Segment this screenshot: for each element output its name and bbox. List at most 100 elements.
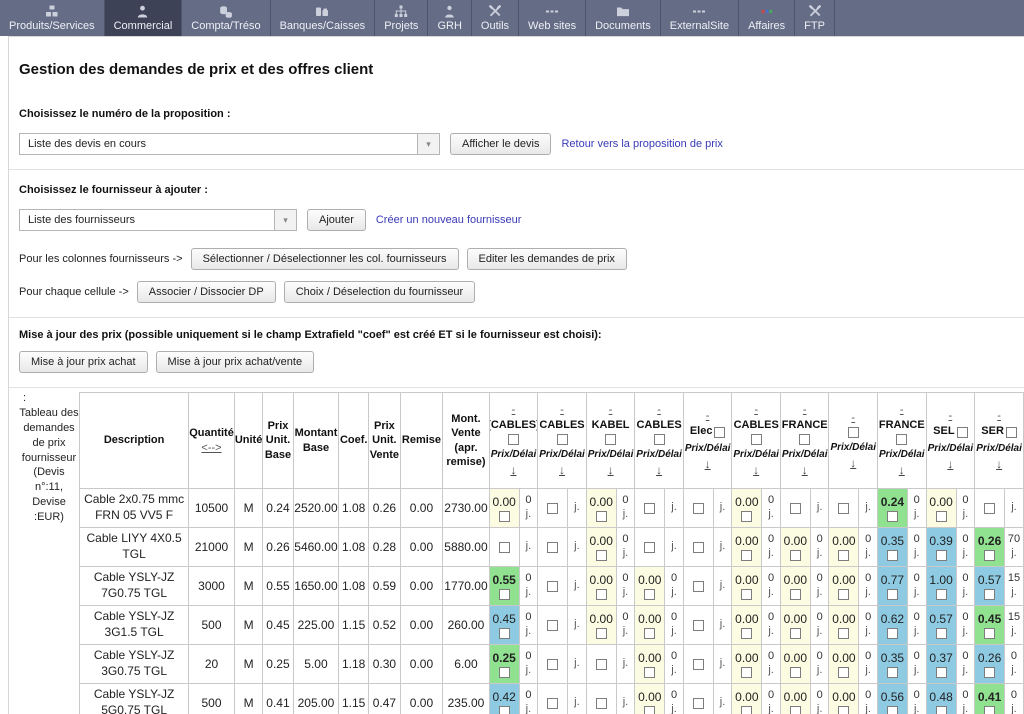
maj-prix-achat-button[interactable]: Mise à jour prix achat bbox=[19, 351, 148, 373]
dp-cell-checkbox[interactable] bbox=[984, 550, 995, 561]
dp-cell-checkbox[interactable] bbox=[887, 706, 898, 714]
dp-cell-checkbox[interactable] bbox=[936, 628, 947, 639]
nav-item-externalsite[interactable]: ExternalSite bbox=[661, 0, 739, 36]
supplier-sort-down-link[interactable]: ↓ bbox=[899, 464, 905, 476]
choix-deselection-fournisseur-button[interactable]: Choix / Déselection du fournisseur bbox=[284, 281, 476, 303]
supplier-sort-down-link[interactable]: ↓ bbox=[608, 464, 614, 476]
supplier-collapse-link[interactable]: - bbox=[657, 405, 661, 416]
dp-cell-checkbox[interactable] bbox=[984, 706, 995, 714]
dp-cell-checkbox[interactable] bbox=[596, 589, 607, 600]
dp-cell-checkbox[interactable] bbox=[693, 659, 704, 670]
fournisseur-select[interactable]: Liste des fournisseurs ▾ bbox=[19, 209, 297, 231]
nav-item-ftp[interactable]: FTP bbox=[795, 0, 835, 36]
creer-fournisseur-link[interactable]: Créer un nouveau fournisseur bbox=[376, 214, 522, 226]
dp-cell-checkbox[interactable] bbox=[838, 550, 849, 561]
supplier-select-checkbox[interactable] bbox=[557, 434, 568, 445]
dp-cell-checkbox[interactable] bbox=[693, 698, 704, 709]
supplier-sort-down-link[interactable]: ↓ bbox=[753, 464, 759, 476]
dp-cell-checkbox[interactable] bbox=[790, 706, 801, 714]
dp-cell-checkbox[interactable] bbox=[644, 628, 655, 639]
nav-item-affaires[interactable]: Affaires bbox=[739, 0, 795, 36]
dp-cell-checkbox[interactable] bbox=[887, 511, 898, 522]
dp-cell-checkbox[interactable] bbox=[499, 511, 510, 522]
dp-cell-checkbox[interactable] bbox=[547, 542, 558, 553]
ajouter-button[interactable]: Ajouter bbox=[307, 209, 366, 231]
dp-cell-checkbox[interactable] bbox=[887, 628, 898, 639]
supplier-select-checkbox[interactable] bbox=[508, 434, 519, 445]
editer-demandes-prix-button[interactable]: Editer les demandes de prix bbox=[467, 248, 627, 270]
dp-cell-checkbox[interactable] bbox=[741, 550, 752, 561]
dp-cell-checkbox[interactable] bbox=[499, 706, 510, 714]
supplier-sort-down-link[interactable]: ↓ bbox=[947, 458, 953, 470]
supplier-sort-down-link[interactable]: ↓ bbox=[705, 458, 711, 470]
maj-prix-achat-vente-button[interactable]: Mise à jour prix achat/vente bbox=[156, 351, 315, 373]
dp-cell-checkbox[interactable] bbox=[499, 628, 510, 639]
dp-cell-checkbox[interactable] bbox=[984, 667, 995, 678]
dp-cell-checkbox[interactable] bbox=[887, 667, 898, 678]
supplier-select-checkbox[interactable] bbox=[957, 427, 968, 438]
dp-cell-checkbox[interactable] bbox=[741, 589, 752, 600]
dp-cell-checkbox[interactable] bbox=[547, 698, 558, 709]
supplier-sort-down-link[interactable]: ↓ bbox=[510, 464, 516, 476]
supplier-collapse-link[interactable]: - bbox=[512, 405, 516, 416]
supplier-sort-down-link[interactable]: ↓ bbox=[559, 464, 565, 476]
dp-cell-checkbox[interactable] bbox=[838, 503, 849, 514]
proposition-select[interactable]: Liste des devis en cours ▾ bbox=[19, 133, 440, 155]
nav-item-banques-caisses[interactable]: Banques/Caisses bbox=[271, 0, 376, 36]
dp-cell-checkbox[interactable] bbox=[936, 706, 947, 714]
supplier-select-checkbox[interactable] bbox=[751, 434, 762, 445]
afficher-devis-button[interactable]: Afficher le devis bbox=[450, 133, 551, 155]
dp-cell-checkbox[interactable] bbox=[693, 542, 704, 553]
dp-cell-checkbox[interactable] bbox=[741, 667, 752, 678]
supplier-collapse-link[interactable]: - bbox=[997, 411, 1001, 422]
dp-cell-checkbox[interactable] bbox=[936, 667, 947, 678]
nav-item-projets[interactable]: Projets bbox=[375, 0, 428, 36]
dp-cell-checkbox[interactable] bbox=[644, 542, 655, 553]
dp-cell-checkbox[interactable] bbox=[741, 706, 752, 714]
supplier-select-checkbox[interactable] bbox=[896, 434, 907, 445]
dp-cell-checkbox[interactable] bbox=[596, 698, 607, 709]
dp-cell-checkbox[interactable] bbox=[741, 511, 752, 522]
dp-cell-checkbox[interactable] bbox=[887, 550, 898, 561]
dp-cell-checkbox[interactable] bbox=[790, 667, 801, 678]
dp-cell-checkbox[interactable] bbox=[838, 667, 849, 678]
supplier-collapse-link[interactable]: - bbox=[706, 411, 710, 422]
dp-cell-checkbox[interactable] bbox=[644, 589, 655, 600]
supplier-collapse-link[interactable]: - bbox=[803, 405, 807, 416]
nav-item-web-sites[interactable]: Web sites bbox=[519, 0, 586, 36]
dp-cell-checkbox[interactable] bbox=[644, 706, 655, 714]
supplier-select-checkbox[interactable] bbox=[799, 434, 810, 445]
nav-item-commercial[interactable]: Commercial bbox=[105, 0, 183, 36]
select-deselect-columns-button[interactable]: Sélectionner / Déselectionner les col. f… bbox=[191, 248, 459, 270]
dp-cell-checkbox[interactable] bbox=[887, 589, 898, 600]
dp-cell-checkbox[interactable] bbox=[936, 511, 947, 522]
supplier-collapse-link[interactable]: - bbox=[949, 411, 953, 422]
supplier-collapse-link[interactable]: - bbox=[609, 405, 613, 416]
dp-cell-checkbox[interactable] bbox=[693, 620, 704, 631]
supplier-sort-down-link[interactable]: ↓ bbox=[656, 464, 662, 476]
dp-cell-checkbox[interactable] bbox=[984, 503, 995, 514]
dp-cell-checkbox[interactable] bbox=[644, 667, 655, 678]
dp-cell-checkbox[interactable] bbox=[596, 511, 607, 522]
dp-cell-checkbox[interactable] bbox=[838, 706, 849, 714]
supplier-sort-down-link[interactable]: ↓ bbox=[996, 458, 1002, 470]
dp-cell-checkbox[interactable] bbox=[547, 581, 558, 592]
supplier-select-checkbox[interactable] bbox=[848, 427, 859, 438]
nav-item-outils[interactable]: Outils bbox=[472, 0, 519, 36]
supplier-sort-down-link[interactable]: ↓ bbox=[850, 457, 856, 469]
supplier-select-checkbox[interactable] bbox=[1006, 427, 1017, 438]
dp-cell-checkbox[interactable] bbox=[596, 628, 607, 639]
supplier-select-checkbox[interactable] bbox=[654, 434, 665, 445]
dp-cell-checkbox[interactable] bbox=[499, 542, 510, 553]
supplier-collapse-link[interactable]: - bbox=[754, 405, 758, 416]
supplier-select-checkbox[interactable] bbox=[605, 434, 616, 445]
dp-cell-checkbox[interactable] bbox=[693, 503, 704, 514]
dp-cell-checkbox[interactable] bbox=[547, 659, 558, 670]
supplier-collapse-link[interactable]: - bbox=[560, 405, 564, 416]
dp-cell-checkbox[interactable] bbox=[547, 503, 558, 514]
quantity-swap-link[interactable]: <--> bbox=[189, 441, 234, 455]
nav-item-compta-treso[interactable]: Compta/Tréso bbox=[182, 0, 270, 36]
nav-item-grh[interactable]: GRH bbox=[428, 0, 471, 36]
nav-item-documents[interactable]: Documents bbox=[586, 0, 661, 36]
dp-cell-checkbox[interactable] bbox=[984, 628, 995, 639]
